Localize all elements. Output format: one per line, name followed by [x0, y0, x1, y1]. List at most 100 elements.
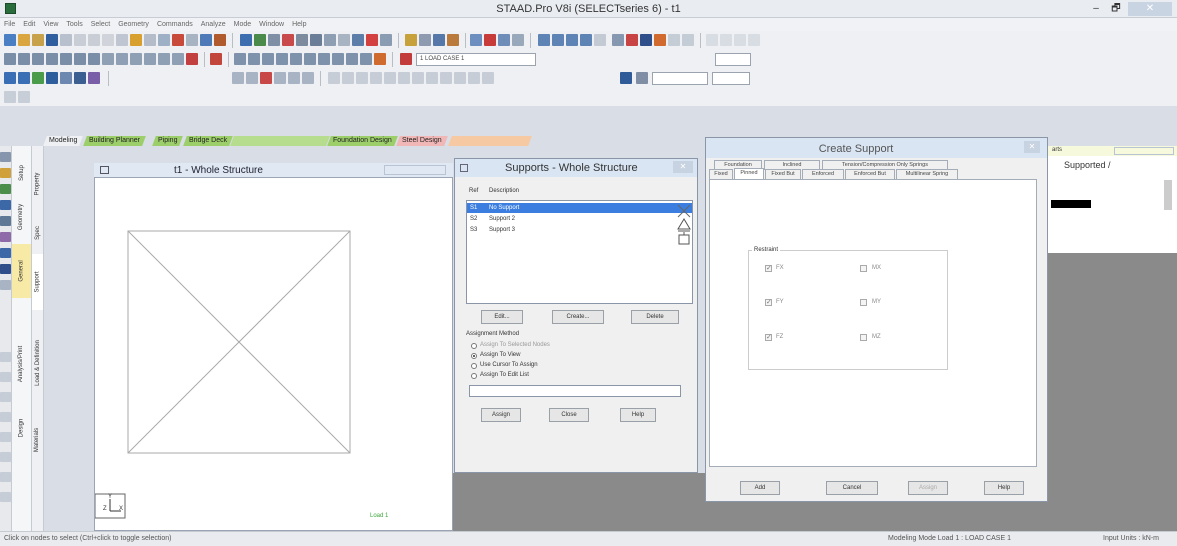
- shape-8-icon[interactable]: [426, 72, 438, 84]
- label-supports-icon[interactable]: [260, 72, 272, 84]
- cancel-button[interactable]: Cancel: [826, 481, 878, 495]
- mx-checkbox[interactable]: [860, 265, 867, 272]
- maximize-button[interactable]: 🗗: [1106, 2, 1126, 16]
- assign-button[interactable]: Assign: [481, 408, 521, 422]
- label-beams-icon[interactable]: [246, 72, 258, 84]
- menu-commands[interactable]: Commands: [153, 18, 197, 31]
- rotate-icon[interactable]: [484, 34, 496, 46]
- arrow-icon[interactable]: [214, 34, 226, 46]
- measure-icon[interactable]: [310, 34, 322, 46]
- member-cursor-icon[interactable]: [88, 53, 100, 65]
- flag-icon[interactable]: [366, 34, 378, 46]
- secondary-combo[interactable]: [715, 53, 751, 66]
- plate-icon[interactable]: [324, 34, 336, 46]
- left-tool-7-icon[interactable]: [0, 248, 11, 258]
- tab-support[interactable]: Support: [32, 254, 43, 310]
- zoom-window-icon[interactable]: [512, 34, 524, 46]
- tool-icon[interactable]: [612, 34, 624, 46]
- top-view-icon[interactable]: [566, 34, 578, 46]
- radio-assign-view[interactable]: [471, 353, 477, 359]
- edit-button[interactable]: Edit...: [481, 310, 523, 324]
- menu-mode[interactable]: Mode: [230, 18, 256, 31]
- tab-pinned[interactable]: Pinned: [734, 168, 764, 179]
- display-icon[interactable]: [594, 34, 606, 46]
- close-button[interactable]: ✕: [1128, 2, 1172, 16]
- left-tool-5-icon[interactable]: [0, 216, 11, 226]
- run-analysis-icon[interactable]: [4, 72, 16, 84]
- zoom-in-icon[interactable]: [234, 53, 246, 65]
- grid-settings-icon[interactable]: [210, 53, 222, 65]
- load-case-combo[interactable]: 1 LOAD CASE 1: [416, 53, 536, 66]
- tab-load-definition[interactable]: Load & Definition: [32, 322, 43, 404]
- add-beam-icon[interactable]: [116, 53, 128, 65]
- beam-cursor-icon[interactable]: [4, 53, 16, 65]
- node-move-icon[interactable]: [380, 34, 392, 46]
- tab-blank-green[interactable]: [230, 136, 330, 146]
- delete-button[interactable]: Delete: [631, 310, 679, 324]
- spinner-field[interactable]: [712, 72, 750, 85]
- tab-fixed[interactable]: Fixed: [709, 169, 733, 179]
- new-file-icon[interactable]: [4, 34, 16, 46]
- design-icon[interactable]: [74, 72, 86, 84]
- split-icon[interactable]: [172, 53, 184, 65]
- shape-7-icon[interactable]: [412, 72, 424, 84]
- label-loads-icon[interactable]: [274, 72, 286, 84]
- tab-enforced-but[interactable]: Enforced But: [845, 169, 895, 179]
- fy-checkbox[interactable]: [765, 298, 772, 306]
- graph-icon[interactable]: [88, 72, 100, 84]
- help-button[interactable]: Help: [620, 408, 656, 422]
- zoom-previous-icon[interactable]: [276, 53, 288, 65]
- question-icon[interactable]: [352, 34, 364, 46]
- select-solids-icon[interactable]: [447, 34, 459, 46]
- tab-multilinear-spring[interactable]: Multilinear Spring: [896, 169, 958, 179]
- grid-icon[interactable]: [158, 34, 170, 46]
- snap-icon[interactable]: [144, 34, 156, 46]
- tab-bridge-deck[interactable]: Bridge Deck: [183, 136, 233, 146]
- small-tool-1-icon[interactable]: [4, 91, 16, 103]
- list-icon[interactable]: [682, 34, 694, 46]
- add-surface-icon[interactable]: [158, 53, 170, 65]
- tile-icon[interactable]: [720, 34, 732, 46]
- mark-icon[interactable]: [626, 34, 638, 46]
- zoom-icon[interactable]: [200, 34, 212, 46]
- tab-general[interactable]: General: [12, 244, 31, 298]
- tab-blank-orange[interactable]: [448, 136, 532, 146]
- left-tool-6-icon[interactable]: [0, 232, 11, 242]
- select-list-icon[interactable]: [636, 72, 648, 84]
- arrange-icon[interactable]: [748, 34, 760, 46]
- render-icon[interactable]: [374, 53, 386, 65]
- select-nodes-icon[interactable]: [405, 34, 417, 46]
- selection-field[interactable]: [652, 72, 708, 85]
- box-icon[interactable]: [240, 34, 252, 46]
- small-tool-2-icon[interactable]: [18, 91, 30, 103]
- left-tool-16-icon[interactable]: [0, 472, 11, 482]
- left-tool-3-icon[interactable]: [0, 184, 11, 194]
- left-tool-11-icon[interactable]: [0, 372, 11, 382]
- shape-4-icon[interactable]: [370, 72, 382, 84]
- label-nodes-icon[interactable]: [232, 72, 244, 84]
- iso-view-icon[interactable]: [580, 34, 592, 46]
- tab-fixed-but[interactable]: Fixed But: [765, 169, 801, 179]
- post-processing-icon[interactable]: [18, 72, 30, 84]
- minimize-button[interactable]: –: [1086, 2, 1106, 16]
- select-beams-icon[interactable]: [419, 34, 431, 46]
- shape-10-icon[interactable]: [454, 72, 466, 84]
- list-item[interactable]: S2 Support 2: [467, 214, 692, 224]
- label-sections-icon[interactable]: [288, 72, 300, 84]
- left-tool-12-icon[interactable]: [0, 392, 11, 402]
- add-plate-icon[interactable]: [130, 53, 142, 65]
- supports-list[interactable]: S1 No Support S2 Support 2 S3 Support 3: [466, 200, 693, 304]
- left-tool-17-icon[interactable]: [0, 492, 11, 502]
- save-icon[interactable]: [46, 34, 58, 46]
- load-case-icon[interactable]: [400, 53, 412, 65]
- tab-analysis-print[interactable]: Analysis/Print: [12, 332, 31, 396]
- node-icon[interactable]: [282, 34, 294, 46]
- tab-modeling[interactable]: Modeling: [43, 136, 84, 146]
- menu-tools[interactable]: Tools: [62, 18, 86, 31]
- left-tool-10-icon[interactable]: [0, 352, 11, 362]
- shape-12-icon[interactable]: [482, 72, 494, 84]
- front-view-icon[interactable]: [538, 34, 550, 46]
- menu-select[interactable]: Select: [87, 18, 114, 31]
- create-help-button[interactable]: Help: [984, 481, 1024, 495]
- label-icon[interactable]: [654, 34, 666, 46]
